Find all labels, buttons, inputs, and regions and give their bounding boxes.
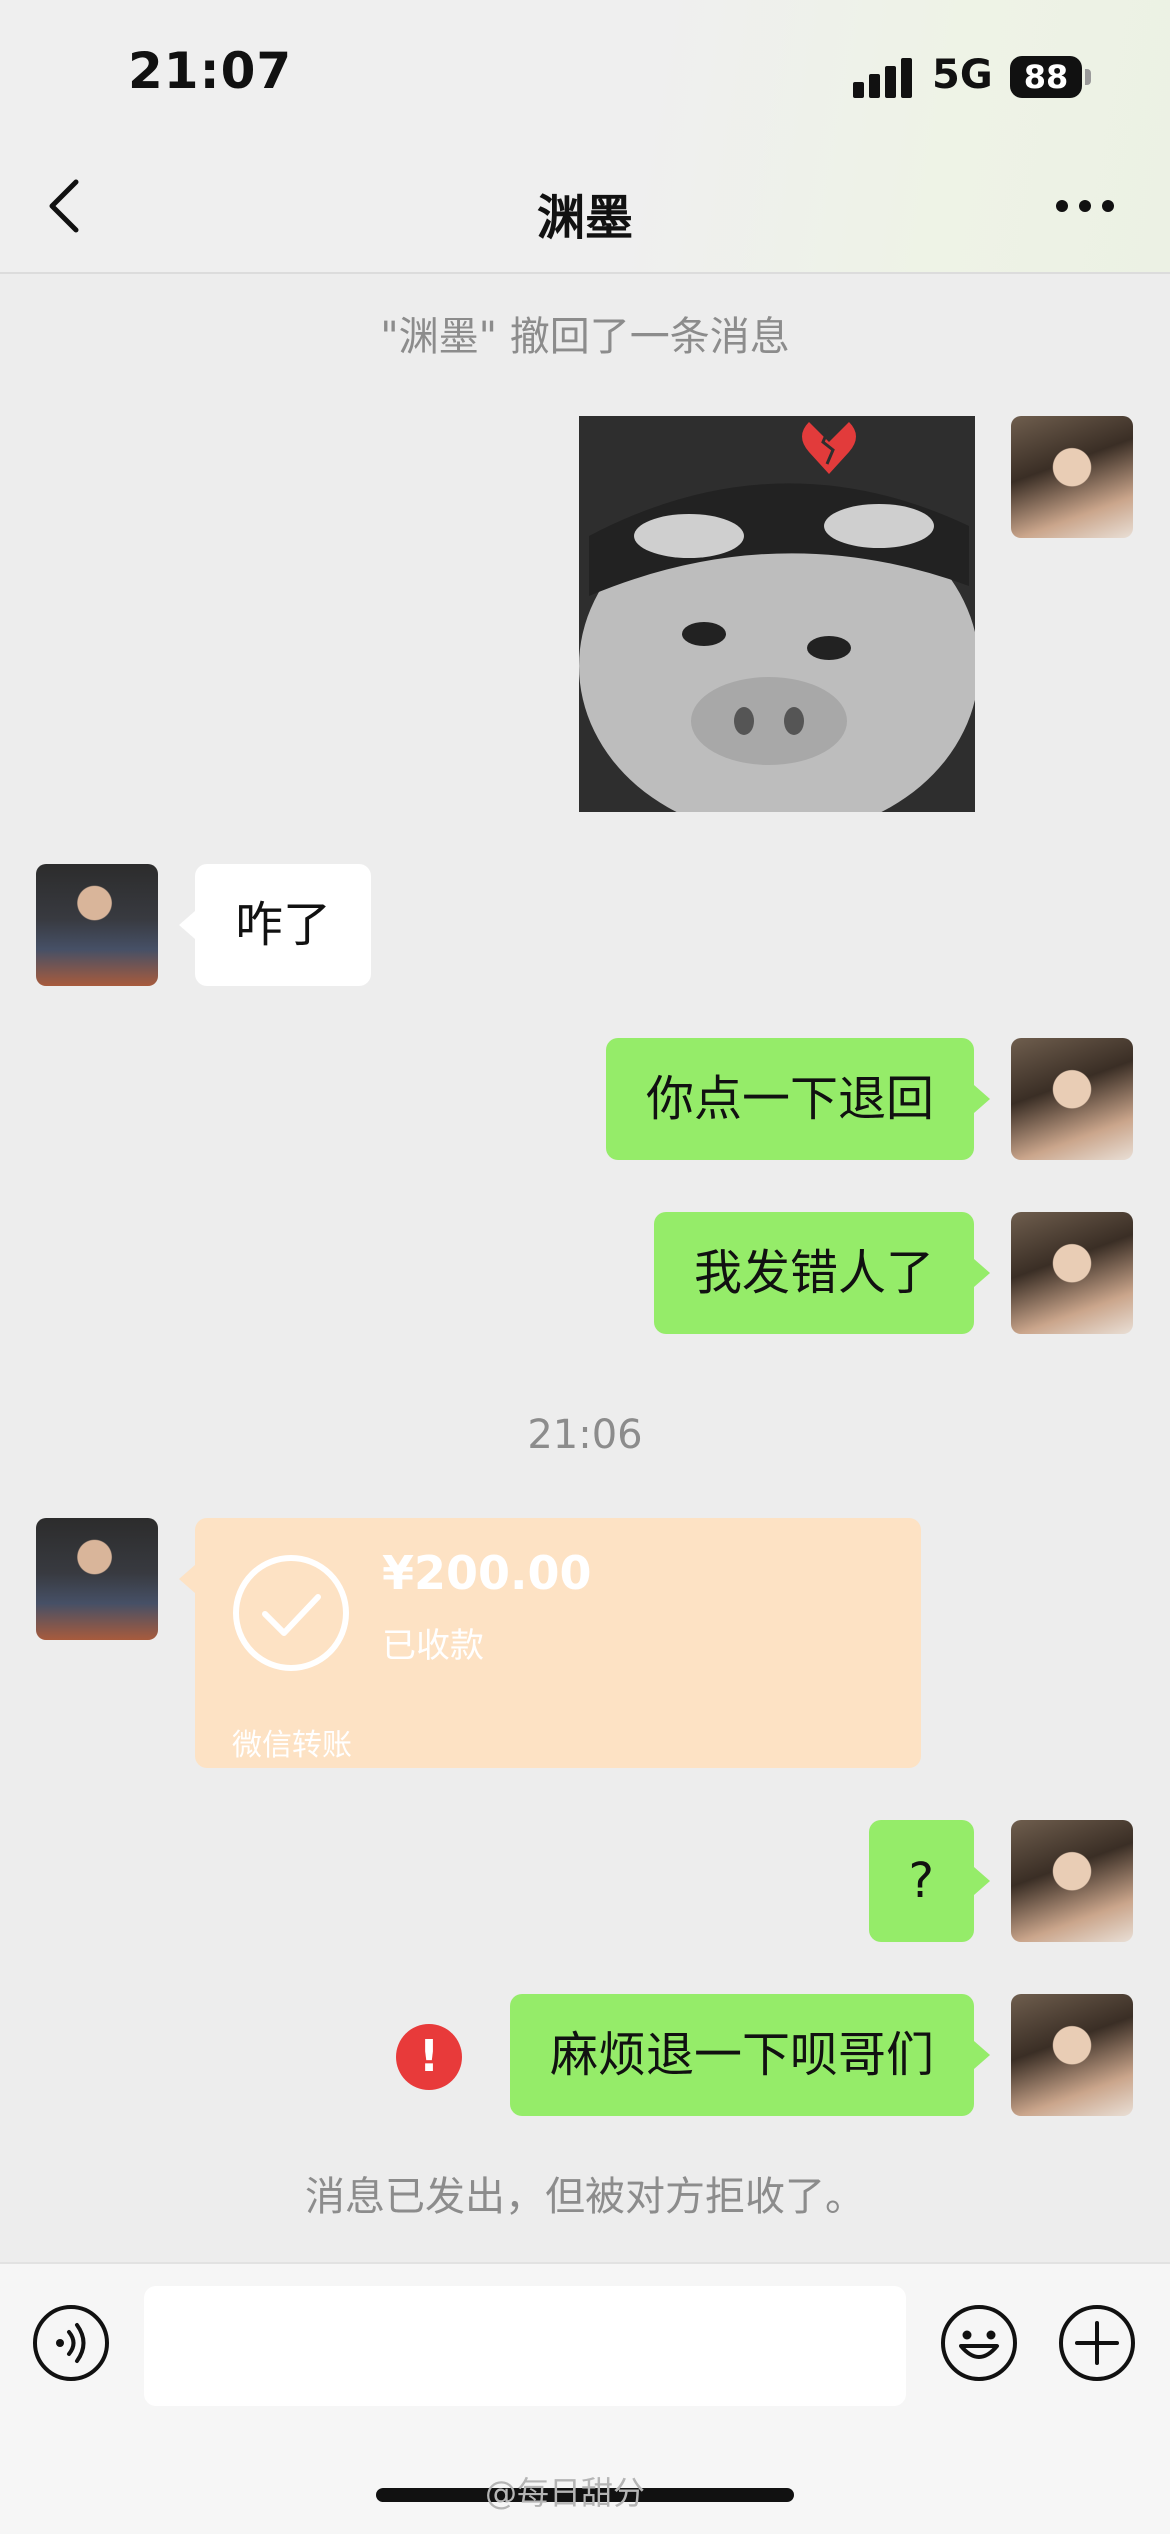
message-bubble-outgoing[interactable]: ? [868,1820,974,1942]
transfer-status: 已收款 [382,1626,484,1666]
bubble-tail [179,911,195,939]
bubble-tail [179,1565,195,1593]
time-divider: 21:06 [527,1412,643,1458]
battery-icon: 88 [1010,56,1082,98]
message-input[interactable] [144,2286,906,2406]
battery-cap [1085,69,1091,85]
add-button[interactable] [1058,2304,1136,2382]
voice-icon [33,2305,109,2381]
sticker-image[interactable] [579,416,975,812]
transfer-label: 微信转账 [232,1728,352,1763]
send-failed-icon[interactable]: ! [396,2024,462,2090]
my-avatar[interactable] [1011,1038,1133,1160]
signal-icon [853,58,915,98]
status-time: 21:07 [128,42,293,100]
message-bubble-outgoing[interactable]: 你点一下退回 [605,1038,974,1160]
transfer-amount: ¥200.00 [382,1546,592,1600]
my-avatar[interactable] [1011,416,1133,538]
message-bubble-outgoing[interactable]: 我发错人了 [653,1212,974,1334]
my-avatar[interactable] [1011,1212,1133,1334]
voice-button[interactable] [32,2304,110,2382]
network-type: 5G [932,52,993,98]
emoji-icon [941,2305,1017,2381]
message-bubble-outgoing[interactable]: 麻烦退一下呗哥们 [509,1994,974,2116]
header-divider [0,272,1170,274]
contact-avatar[interactable] [36,864,158,986]
bubble-tail [974,2041,990,2069]
contact-avatar[interactable] [36,1518,158,1640]
my-avatar[interactable] [1011,1820,1133,1942]
plus-icon [1059,2305,1135,2381]
watermark-text: @每日甜分 [485,2474,646,2512]
bubble-tail [974,1085,990,1113]
pig-sticker-icon [579,416,975,812]
more-options-button[interactable] [1056,200,1114,214]
recall-notice: "渊墨" 撤回了一条消息 [380,314,790,360]
bubble-tail [974,1259,990,1287]
bubble-tail [974,1867,990,1895]
message-bubble-incoming[interactable]: 咋了 [195,864,372,986]
rejected-notice: 消息已发出，但被对方拒收了。 [305,2174,865,2220]
emoji-button[interactable] [940,2304,1018,2382]
received-check-icon [232,1554,350,1676]
my-avatar[interactable] [1011,1994,1133,2116]
chat-title: 渊墨 [536,190,633,246]
